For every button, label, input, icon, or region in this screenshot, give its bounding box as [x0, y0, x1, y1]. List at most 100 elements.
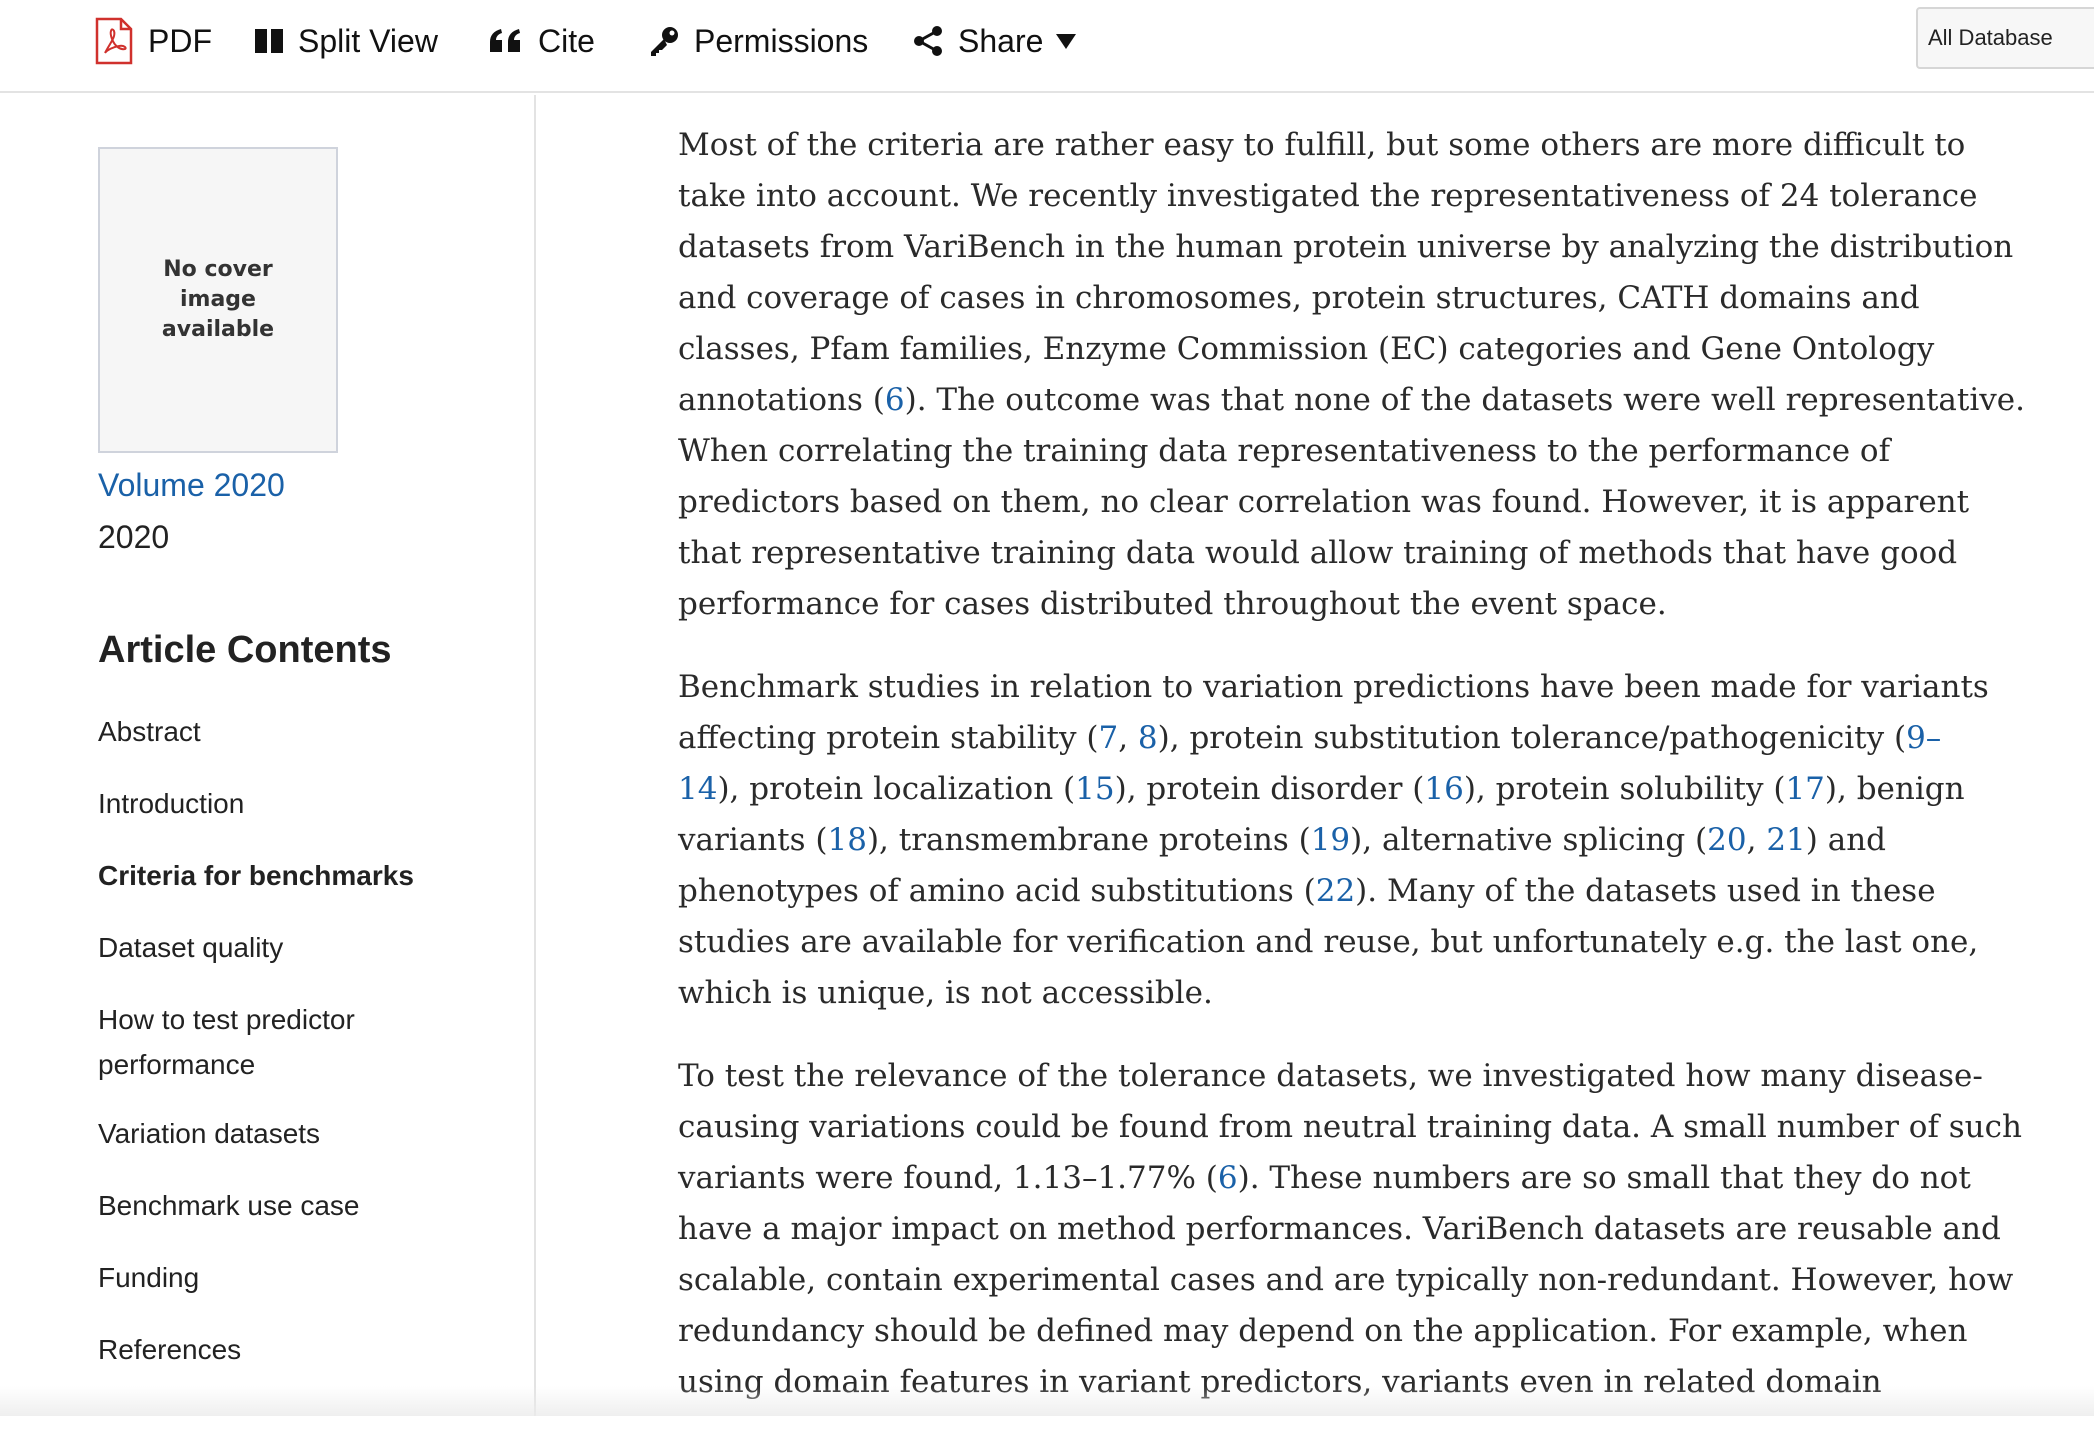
text-run: classes, Pfam families, Enzyme Commissio… [678, 331, 1935, 367]
article-paragraph: To test the relevance of the tolerance d… [678, 1051, 2022, 1408]
text-run: causing variations could be found from n… [678, 1109, 2022, 1145]
toc-item-dataset-quality[interactable]: Dataset quality [98, 925, 498, 970]
split-view-icon [254, 28, 284, 54]
toc-item-introduction[interactable]: Introduction [98, 781, 498, 826]
text-run: have a major impact on method performanc… [678, 1211, 2001, 1247]
reference-link[interactable]: 19 [1311, 822, 1350, 858]
text-run: ). These numbers are so small that they … [1237, 1160, 1971, 1196]
article-body: Most of the criteria are rather easy to … [678, 120, 2025, 1440]
cite-label: Cite [538, 22, 595, 59]
text-run: take into account. We recently investiga… [678, 178, 1978, 214]
paragraph-line: phenotypes of amino acid substitutions (… [678, 866, 1968, 917]
text-run: performance for cases distributed throug… [678, 586, 1667, 622]
text-run: Most of the criteria are rather easy to … [678, 127, 1966, 163]
text-run: Benchmark studies in relation to variati… [678, 669, 1989, 705]
text-run: and coverage of cases in chromosomes, pr… [678, 280, 1920, 316]
toc-item-funding[interactable]: Funding [98, 1255, 498, 1300]
cover-image-placeholder: No cover image available [98, 147, 338, 453]
paragraph-line: variants were found, 1.13–1.77% (6). The… [678, 1153, 1971, 1204]
reference-link[interactable]: 18 [828, 822, 867, 858]
paragraph-line: studies are available for verification a… [678, 917, 1978, 968]
paragraph-line: variants (18), transmembrane proteins (1… [678, 815, 1968, 866]
toc-item-criteria-for-benchmarks[interactable]: Criteria for benchmarks [98, 853, 498, 898]
text-run: ), protein disorder ( [1114, 771, 1425, 807]
text-run: phenotypes of amino acid substitutions ( [678, 873, 1316, 909]
paragraph-line: When correlating the training data repre… [678, 426, 1968, 477]
quote-icon [488, 28, 524, 54]
text-run: ), protein substitution tolerance/pathog… [1157, 720, 1907, 756]
database-select[interactable]: All Database [1916, 7, 2094, 69]
text-run: scalable, contain experimental cases and… [678, 1262, 2014, 1298]
caret-down-icon [1055, 32, 1077, 50]
toc-item-variation-datasets[interactable]: Variation datasets [98, 1111, 498, 1156]
text-run: ). Many of the datasets used in these [1355, 873, 1936, 909]
text-run: studies are available for verification a… [678, 924, 1979, 960]
paragraph-line: that representative training data would … [678, 528, 1968, 579]
text-run: ) and [1805, 822, 1887, 858]
text-run: ), alternative splicing ( [1350, 822, 1708, 858]
paragraph-line: 14), protein localization (15), protein … [678, 764, 1968, 815]
permissions-button[interactable]: Permissions [648, 14, 868, 68]
split-view-button[interactable]: Split View [254, 14, 438, 68]
text-run: variants were found, 1.13–1.77% ( [678, 1160, 1218, 1196]
paragraph-line: performance for cases distributed throug… [678, 579, 1968, 630]
paragraph-line: scalable, contain experimental cases and… [678, 1255, 2013, 1306]
toc-item-abstract[interactable]: Abstract [98, 709, 498, 754]
key-icon [648, 25, 680, 57]
text-run: To test the relevance of the tolerance d… [678, 1058, 1983, 1094]
split-view-label: Split View [298, 22, 438, 59]
paragraph-line: annotations (6). The outcome was that no… [678, 375, 2025, 426]
paragraph-line: predictors based on them, no clear corre… [678, 477, 1969, 528]
paragraph-line: which is unique, is not accessible. [678, 968, 1968, 1019]
article-contents-heading: Article Contents [98, 629, 392, 671]
toc-item-benchmark-use-case[interactable]: Benchmark use case [98, 1183, 498, 1228]
article-toolbar: PDF Split View Cite Permissions Share Al… [0, 0, 2094, 93]
volume-link[interactable]: Volume 2020 [98, 467, 285, 504]
text-run: , [1746, 822, 1767, 858]
share-label: Share [958, 22, 1044, 59]
paragraph-line: causing variations could be found from n… [678, 1102, 2022, 1153]
text-run: annotations ( [678, 382, 885, 418]
reference-link[interactable]: 15 [1075, 771, 1114, 807]
cover-placeholder-text: No cover image available [161, 257, 275, 342]
reference-link[interactable]: 21 [1766, 822, 1805, 858]
article-paragraph: Most of the criteria are rather easy to … [678, 120, 2025, 630]
paragraph-line: To test the relevance of the tolerance d… [678, 1051, 1983, 1102]
share-icon [912, 25, 944, 57]
text-run: , [1118, 720, 1138, 756]
pdf-label: PDF [148, 22, 212, 59]
text-run: which is unique, is not accessible. [678, 975, 1213, 1011]
text-run: redundancy should be defined may depend … [678, 1313, 1968, 1349]
reference-link[interactable]: 16 [1424, 771, 1463, 807]
permissions-label: Permissions [694, 22, 869, 59]
cite-button[interactable]: Cite [488, 14, 595, 68]
toc-item-how-to-test-predictor-performance[interactable]: How to test predictor performance [98, 997, 498, 1087]
paragraph-line: using domain features in variant predict… [678, 1357, 1968, 1408]
reference-link[interactable]: 6 [1218, 1160, 1238, 1196]
text-run: ). The outcome was that none of the data… [904, 382, 2025, 418]
paragraph-line: have a major impact on method performanc… [678, 1204, 2001, 1255]
article-sidebar: No cover image available Volume 2020 202… [0, 95, 536, 1416]
reference-link[interactable]: 20 [1707, 822, 1746, 858]
reference-link[interactable]: 9– [1906, 720, 1941, 756]
text-run: affecting protein stability ( [678, 720, 1099, 756]
issue-year: 2020 [98, 519, 170, 555]
reference-link[interactable]: 6 [885, 382, 905, 418]
toc-item-references[interactable]: References [98, 1327, 498, 1372]
paragraph-line: take into account. We recently investiga… [678, 171, 1978, 222]
text-run: ), protein solubility ( [1463, 771, 1786, 807]
text-run: that representative training data would … [678, 535, 1958, 571]
reference-link[interactable]: 14 [678, 771, 717, 807]
reference-link[interactable]: 17 [1785, 771, 1824, 807]
text-run: datasets from VariBench in the human pro… [678, 229, 2014, 265]
paragraph-line: redundancy should be defined may depend … [678, 1306, 1968, 1357]
share-button[interactable]: Share [912, 14, 1077, 68]
text-run: When correlating the training data repre… [678, 433, 1891, 469]
text-run: ), protein localization ( [717, 771, 1076, 807]
pdf-button[interactable]: PDF [94, 14, 212, 68]
reference-link[interactable]: 8 [1138, 720, 1158, 756]
reference-link[interactable]: 22 [1316, 873, 1355, 909]
paragraph-line: Most of the criteria are rather easy to … [678, 120, 1968, 171]
reference-link[interactable]: 7 [1098, 720, 1118, 756]
paragraph-line: affecting protein stability (7, 8), prot… [678, 713, 1968, 764]
